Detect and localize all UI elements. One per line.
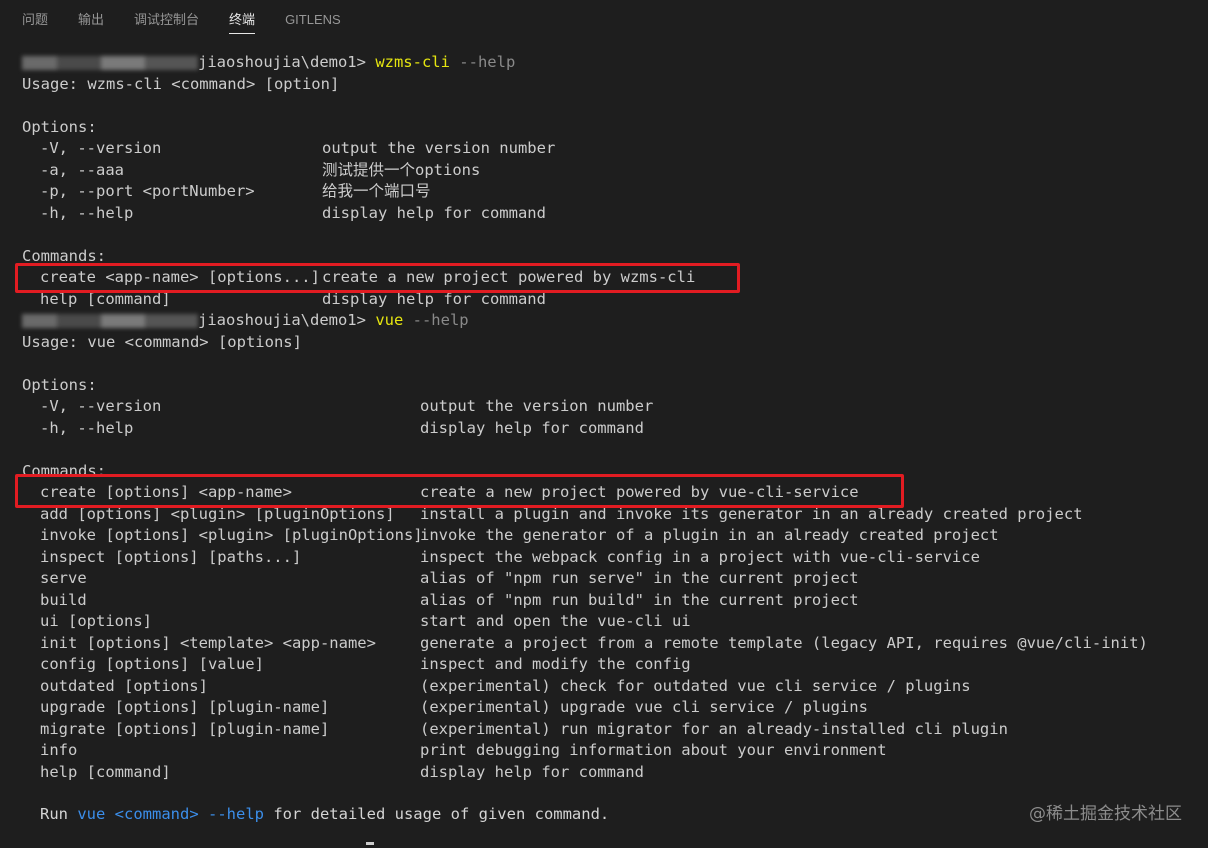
command-description: inspect the webpack config in a project … <box>420 547 980 566</box>
watermark: @稀土掘金技术社区 <box>1029 804 1182 824</box>
command-row: serve alias of "npm run serve" in the cur… <box>40 568 859 590</box>
tab-terminal[interactable]: 终端 <box>229 0 256 40</box>
command-signature: info <box>40 741 78 759</box>
option-row: -h, --help display help for command <box>40 418 644 437</box>
panel-tabs: 问题 输出 调试控制台 终端 GITLENS <box>0 0 1208 40</box>
usage-line: Usage: wzms-cli <command> [option] <box>22 74 340 93</box>
tab-debug-console[interactable]: 调试控制台 <box>134 0 199 40</box>
tab-gitlens[interactable]: GITLENS <box>285 0 341 40</box>
command-row: build alias of "npm run build" in the cur… <box>40 590 859 612</box>
command-row: migrate [options] [plugin-name] (experime… <box>40 719 1008 741</box>
options-header: Options: <box>22 117 97 136</box>
command-name: vue <box>375 311 404 329</box>
prompt-path: jiaoshoujia\demo1> <box>198 53 376 71</box>
command-description: start and open the vue-cli ui <box>420 612 691 630</box>
command-description: alias of "npm run build" in the current … <box>420 590 859 609</box>
option-row: -h, --help display help for command <box>40 203 546 222</box>
prompt-line: jiaoshoujia\demo1> wzms-cli --help <box>22 52 515 74</box>
command-row: inspect [options] [paths...] inspect the … <box>40 547 980 569</box>
command-description: invoke the generator of a plugin in an a… <box>420 526 999 544</box>
command-arg: --help <box>449 53 516 71</box>
options-header: Options: <box>22 375 97 394</box>
option-row: -a, --aaa 测试提供一个options <box>40 160 481 179</box>
command-row: help [command] display help for command <box>40 762 644 784</box>
footer-help: --help <box>198 805 264 823</box>
command-signature: config [options] [value] <box>40 655 264 673</box>
command-signature: serve <box>40 569 87 587</box>
command-description: display help for command <box>420 762 644 781</box>
usage-line: Usage: vue <command> [options] <box>22 332 302 351</box>
command-signature: invoke [options] <plugin> [pluginOptions… <box>40 526 423 544</box>
command-row: outdated [options] (experimental) check f… <box>40 676 971 698</box>
command-description: generate a project from a remote templat… <box>420 633 1148 652</box>
command-name: wzms-cli <box>375 53 450 71</box>
terminal-cursor <box>366 842 374 845</box>
highlight-box-vue-create <box>15 474 904 508</box>
prompt-line: jiaoshoujia\demo1> vue --help <box>22 310 469 332</box>
command-signature: upgrade [options] [plugin-name] <box>40 698 330 716</box>
footer-vue: vue <box>77 805 106 823</box>
redacted-path <box>22 55 198 70</box>
command-row: config [options] [value] inspect and modi… <box>40 654 691 676</box>
option-row: -V, --version output the version number <box>40 397 654 415</box>
command-signature: ui [options] <box>40 612 152 630</box>
tab-output[interactable]: 输出 <box>78 0 104 40</box>
command-signature: migrate [options] [plugin-name] <box>40 719 330 738</box>
command-description: alias of "npm run serve" in the current … <box>420 569 859 587</box>
tab-problems[interactable]: 问题 <box>22 0 48 40</box>
command-signature: outdated [options] <box>40 676 208 695</box>
command-description: print debugging information about your e… <box>420 741 887 759</box>
redacted-path <box>22 313 198 328</box>
highlight-box-wzms-create <box>15 263 740 293</box>
option-row: -p, --port <portNumber> 给我一个端口号 <box>40 182 431 200</box>
command-row: invoke [options] <plugin> [pluginOptions… <box>40 525 999 547</box>
command-description: (experimental) check for outdated vue cl… <box>420 676 971 695</box>
command-signature: build <box>40 590 87 609</box>
command-row: upgrade [options] [plugin-name] (experime… <box>40 697 868 719</box>
command-description: (experimental) run migrator for an alrea… <box>420 719 1008 738</box>
command-signature: init [options] <template> <app-name> <box>40 633 376 652</box>
command-description: (experimental) upgrade vue cli service /… <box>420 698 868 716</box>
command-signature: help [command] <box>40 762 171 781</box>
footer-line: Run vue <command> --help for detailed us… <box>40 805 610 823</box>
prompt-path: jiaoshoujia\demo1> <box>198 311 376 329</box>
command-row: info print debugging information about yo… <box>40 740 887 762</box>
command-row: ui [options] start and open the vue-cli u… <box>40 611 691 633</box>
command-description: inspect and modify the config <box>420 655 691 673</box>
command-arg: --help <box>403 311 469 329</box>
option-row: -V, --version output the version number <box>40 139 556 157</box>
command-signature: inspect [options] [paths...] <box>40 547 302 566</box>
command-row: init [options] <template> <app-name> gene… <box>40 633 1148 655</box>
footer-command: <command> <box>105 805 199 823</box>
